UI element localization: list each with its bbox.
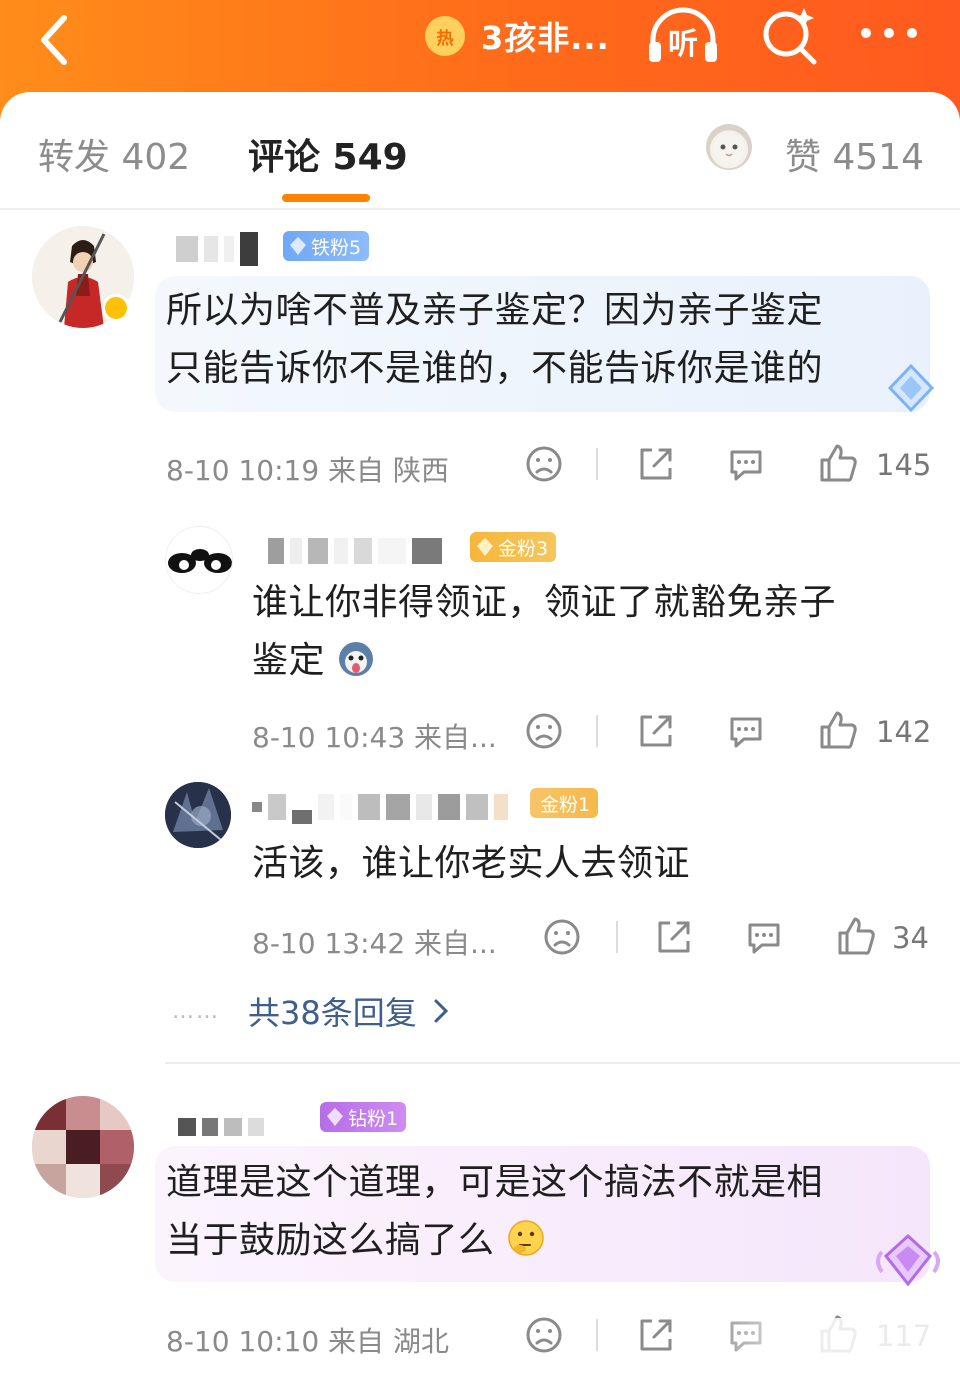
like-count: 34 — [892, 921, 929, 955]
username-redacted[interactable] — [178, 1110, 264, 1144]
sad-face-icon[interactable] — [524, 1315, 564, 1355]
topic-title: 3孩非... — [481, 19, 610, 57]
username-redacted[interactable] — [176, 232, 258, 266]
comment-icon[interactable] — [744, 917, 784, 957]
hot-icon: 热 — [425, 16, 465, 56]
fan-badge: 铁粉5 — [283, 231, 370, 261]
comment-divider — [165, 1062, 960, 1064]
comment-meta: 8-10 10:19 来自 陕西 — [166, 454, 449, 487]
reply-text-line: 鉴定 — [252, 632, 375, 690]
divider — [596, 448, 598, 480]
cat-avatar-icon — [713, 133, 745, 165]
abstract-avatar-icon — [165, 782, 231, 848]
sad-face-icon[interactable] — [542, 917, 582, 957]
more-icon[interactable] — [858, 18, 920, 48]
reply-actions — [538, 913, 938, 963]
like-count: 142 — [876, 715, 932, 749]
liker-avatar[interactable] — [706, 124, 752, 170]
share-icon[interactable] — [636, 1315, 676, 1355]
fan-badge-label: 钻粉1 — [348, 1107, 399, 1130]
hot-topic-title[interactable]: 热 3孩非... — [425, 14, 610, 58]
dots: …… — [172, 998, 220, 1024]
diamond-frame-icon — [887, 363, 935, 413]
thinking-emoji-icon — [508, 1220, 545, 1256]
fan-badge: 钻粉1 — [320, 1102, 407, 1132]
diamond-icon — [477, 538, 493, 556]
mosaic-avatar-icon — [32, 1096, 134, 1198]
reply-text-line: 活该，谁让你老实人去领证 — [252, 843, 691, 884]
dog-emoji-icon — [338, 642, 373, 676]
reply-meta: 8-10 13:42 来自... — [252, 927, 497, 960]
comment-icon[interactable] — [726, 711, 766, 751]
reply-meta: 8-10 10:43 来自... — [252, 721, 497, 754]
fan-badge-label: 金粉3 — [498, 537, 549, 560]
comment-text-line: 当于鼓励这么搞了么 — [166, 1212, 546, 1270]
like-count: 145 — [876, 448, 932, 482]
comment-text-line: 道理是这个道理，可是这个搞法不就是相 — [166, 1162, 824, 1203]
tab-comments[interactable]: 评论 549 — [248, 128, 408, 180]
username-redacted[interactable] — [268, 534, 442, 568]
chevron-right-icon — [434, 999, 448, 1023]
avatar[interactable] — [165, 782, 231, 848]
tab-repost[interactable]: 转发 402 — [38, 128, 190, 180]
listen-icon[interactable]: 听 — [645, 6, 721, 66]
panda-avatar-icon — [166, 527, 232, 593]
divider — [596, 1319, 598, 1351]
share-icon[interactable] — [636, 711, 676, 751]
share-icon[interactable] — [636, 444, 676, 484]
tab-likes[interactable]: 赞 4514 — [785, 128, 924, 180]
comment-text-line-2: 当于鼓励这么搞了么 — [166, 1220, 495, 1261]
comment-meta: 8-10 10:10 来自 湖北 — [166, 1325, 449, 1358]
diamond-frame-icon — [876, 1233, 940, 1287]
comment-icon[interactable] — [726, 444, 766, 484]
sad-face-icon[interactable] — [524, 444, 564, 484]
username-redacted[interactable] — [252, 790, 508, 824]
thumbs-up-icon[interactable] — [818, 442, 858, 484]
verified-badge-icon — [102, 294, 130, 322]
reply-text-line-2: 鉴定 — [252, 640, 326, 681]
share-icon[interactable] — [654, 917, 694, 957]
listen-label: 听 — [668, 27, 698, 62]
active-tab-indicator — [282, 194, 370, 202]
fan-badge-label: 铁粉5 — [311, 236, 362, 259]
thumbs-up-icon[interactable] — [836, 915, 876, 957]
diamond-icon — [327, 1108, 343, 1126]
fan-badge-label: 金粉1 — [540, 793, 591, 816]
comment-text-line: 只能告诉你不是谁的，不能告诉你是谁的 — [166, 348, 824, 389]
avatar[interactable] — [32, 1096, 134, 1198]
more-replies-link[interactable]: …… 共38条回复 — [172, 988, 451, 1034]
fan-badge: 金粉1 — [530, 788, 599, 818]
avatar[interactable] — [165, 526, 233, 594]
tab-bar: 转发 402 评论 549 赞 4514 — [0, 92, 960, 210]
divider — [596, 715, 598, 747]
search-icon[interactable] — [758, 4, 822, 68]
thumbs-up-icon[interactable] — [818, 709, 858, 751]
divider — [616, 921, 618, 953]
diamond-icon — [290, 237, 306, 255]
comment-text-line: 所以为啥不普及亲子鉴定？因为亲子鉴定 — [166, 290, 824, 331]
fan-badge: 金粉3 — [470, 532, 557, 562]
more-replies-label: 共38条回复 — [248, 994, 417, 1032]
sad-face-icon[interactable] — [524, 711, 564, 751]
blur-overlay — [700, 1318, 960, 1362]
reply-text-line: 谁让你非得领证，领证了就豁免亲子 — [252, 582, 837, 623]
back-arrow-icon[interactable] — [30, 8, 90, 68]
